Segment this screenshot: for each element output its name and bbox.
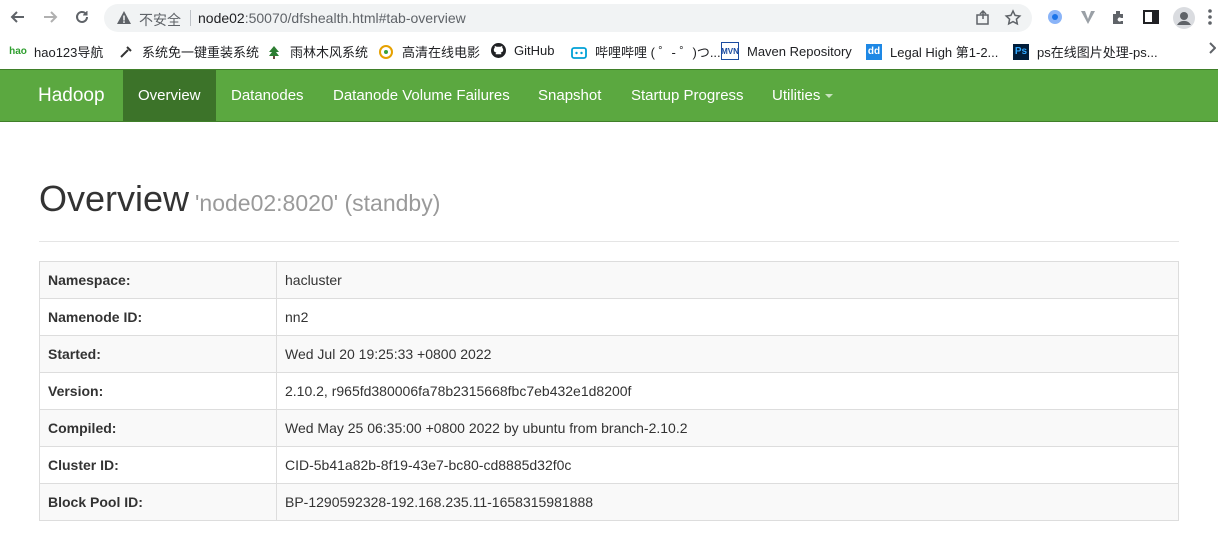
row-value: 2.10.2, r965fd380006fa78b2315668fbc7eb43… [276,372,1179,410]
bookmark-legal-high[interactable]: dd Legal High 第1-2... [866,42,998,61]
maven-icon: MVN [721,42,739,60]
bookmarks-overflow-icon[interactable] [1208,42,1216,54]
row-value: Wed May 25 06:35:00 +0800 2022 by ubuntu… [276,409,1179,447]
row-key: Block Pool ID: [39,483,277,521]
warning-icon [116,10,132,31]
hadoop-navbar: Hadoop Overview Datanodes Datanode Volum… [0,69,1218,122]
dd-icon: dd [866,43,882,60]
menu-icon[interactable] [1206,8,1218,26]
omnibox-divider [190,10,191,26]
url-path: :50070/dfshealth.html#tab-overview [244,10,466,26]
sidepanel-icon[interactable] [1142,8,1160,26]
bookmark-label: ps在线图片处理-ps... [1037,45,1158,60]
extension-blue-icon[interactable] [1046,8,1064,26]
bookmark-maven[interactable]: MVN Maven Repository [721,42,852,60]
reload-icon[interactable] [73,8,91,26]
star-icon[interactable] [1004,9,1022,32]
extensions-icon[interactable] [1110,8,1128,26]
nav-overview[interactable]: Overview [123,70,216,121]
bookmark-movie[interactable]: 高清在线电影 [378,42,480,61]
bookmark-hao123[interactable]: hao hao123导航 [9,42,104,61]
bookmark-label: 系统免一键重装系统 [142,45,260,60]
bookmark-label: GitHub [514,42,555,58]
bookmark-bilibili[interactable]: 哔哩哔哩 ( ゜- ゜)つ... [571,42,721,61]
share-icon[interactable] [974,9,992,32]
table-row: Block Pool ID: BP-1290592328-192.168.235.… [39,483,1179,521]
bookmarks-bar: hao hao123导航 系统免一键重装系统 雨林木风系统 高清在线电影 Git… [0,36,1218,66]
movie-icon [378,44,394,60]
bilibili-icon [571,44,587,60]
bookmark-github[interactable]: GitHub [490,42,554,58]
bookmark-label: 高清在线电影 [402,45,481,60]
nav-datanodes[interactable]: Datanodes [231,70,304,121]
address-bar[interactable]: 不安全 node02:50070/dfshealth.html#tab-over… [104,4,1032,32]
back-icon[interactable] [9,8,27,26]
nav-snapshot[interactable]: Snapshot [538,70,601,121]
row-key: Namenode ID: [39,298,277,336]
table-row: Compiled: Wed May 25 06:35:00 +0800 2022 … [39,409,1179,447]
tree-icon [266,44,282,60]
url-text[interactable]: node02:50070/dfshealth.html#tab-overview [198,10,466,26]
row-key: Started: [39,335,277,373]
table-row: Namenode ID: nn2 [39,298,1179,336]
ps-icon: Ps [1013,43,1029,60]
bookmark-label: 哔哩哔哩 ( ゜- ゜)つ... [595,45,721,60]
bookmark-yulin[interactable]: 雨林木风系统 [266,42,368,61]
row-value: Wed Jul 20 19:25:33 +0800 2022 [276,335,1179,373]
bookmark-label: Maven Repository [747,43,852,59]
divider [39,241,1179,242]
bookmark-label: 雨林木风系统 [290,45,369,60]
page-title: Overview'node02:8020' (standby) [39,178,440,220]
table-row: Namespace: hacluster [39,261,1179,299]
row-key: Compiled: [39,409,277,447]
row-value: nn2 [276,298,1179,336]
nav-utilities[interactable]: Utilities [772,70,834,121]
nav-volume-failures[interactable]: Datanode Volume Failures [333,70,510,121]
table-row: Cluster ID: CID-5b41a82b-8f19-43e7-bc80-c… [39,446,1179,484]
bookmark-label: Legal High 第1-2... [890,45,999,60]
row-key: Namespace: [39,261,277,299]
row-key: Cluster ID: [39,446,277,484]
nav-startup-progress[interactable]: Startup Progress [631,70,744,121]
tool-icon [118,44,134,60]
github-icon [490,42,506,58]
row-value: BP-1290592328-192.168.235.11-16583159818… [276,483,1179,521]
extension-v-icon[interactable] [1079,8,1097,26]
bookmark-system[interactable]: 系统免一键重装系统 [118,42,259,61]
table-row: Started: Wed Jul 20 19:25:33 +0800 2022 [39,335,1179,373]
profile-icon[interactable] [1173,7,1195,29]
row-value: hacluster [276,261,1179,299]
nav-utilities-label: Utilities [772,87,821,104]
hao123-icon: hao [9,46,27,57]
caret-down-icon [825,94,834,99]
brand-logo[interactable]: Hadoop [38,85,105,107]
bookmark-label: hao123导航 [34,45,104,60]
table-row: Version: 2.10.2, r965fd380006fa78b2315668… [39,372,1179,410]
row-key: Version: [39,372,277,410]
security-label[interactable]: 不安全 [139,10,181,30]
page-subtitle: 'node02:8020' (standby) [195,190,441,216]
page-title-text: Overview [39,178,190,219]
forward-icon[interactable] [41,8,59,26]
bookmark-ps[interactable]: Ps ps在线图片处理-ps... [1013,42,1158,61]
overview-table: Namespace: hacluster Namenode ID: nn2 Star… [39,261,1179,521]
url-host: node02 [198,10,245,26]
browser-toolbar: 不安全 node02:50070/dfshealth.html#tab-over… [0,0,1218,34]
row-value: CID-5b41a82b-8f19-43e7-bc80-cd8885d32f0c [276,446,1179,484]
